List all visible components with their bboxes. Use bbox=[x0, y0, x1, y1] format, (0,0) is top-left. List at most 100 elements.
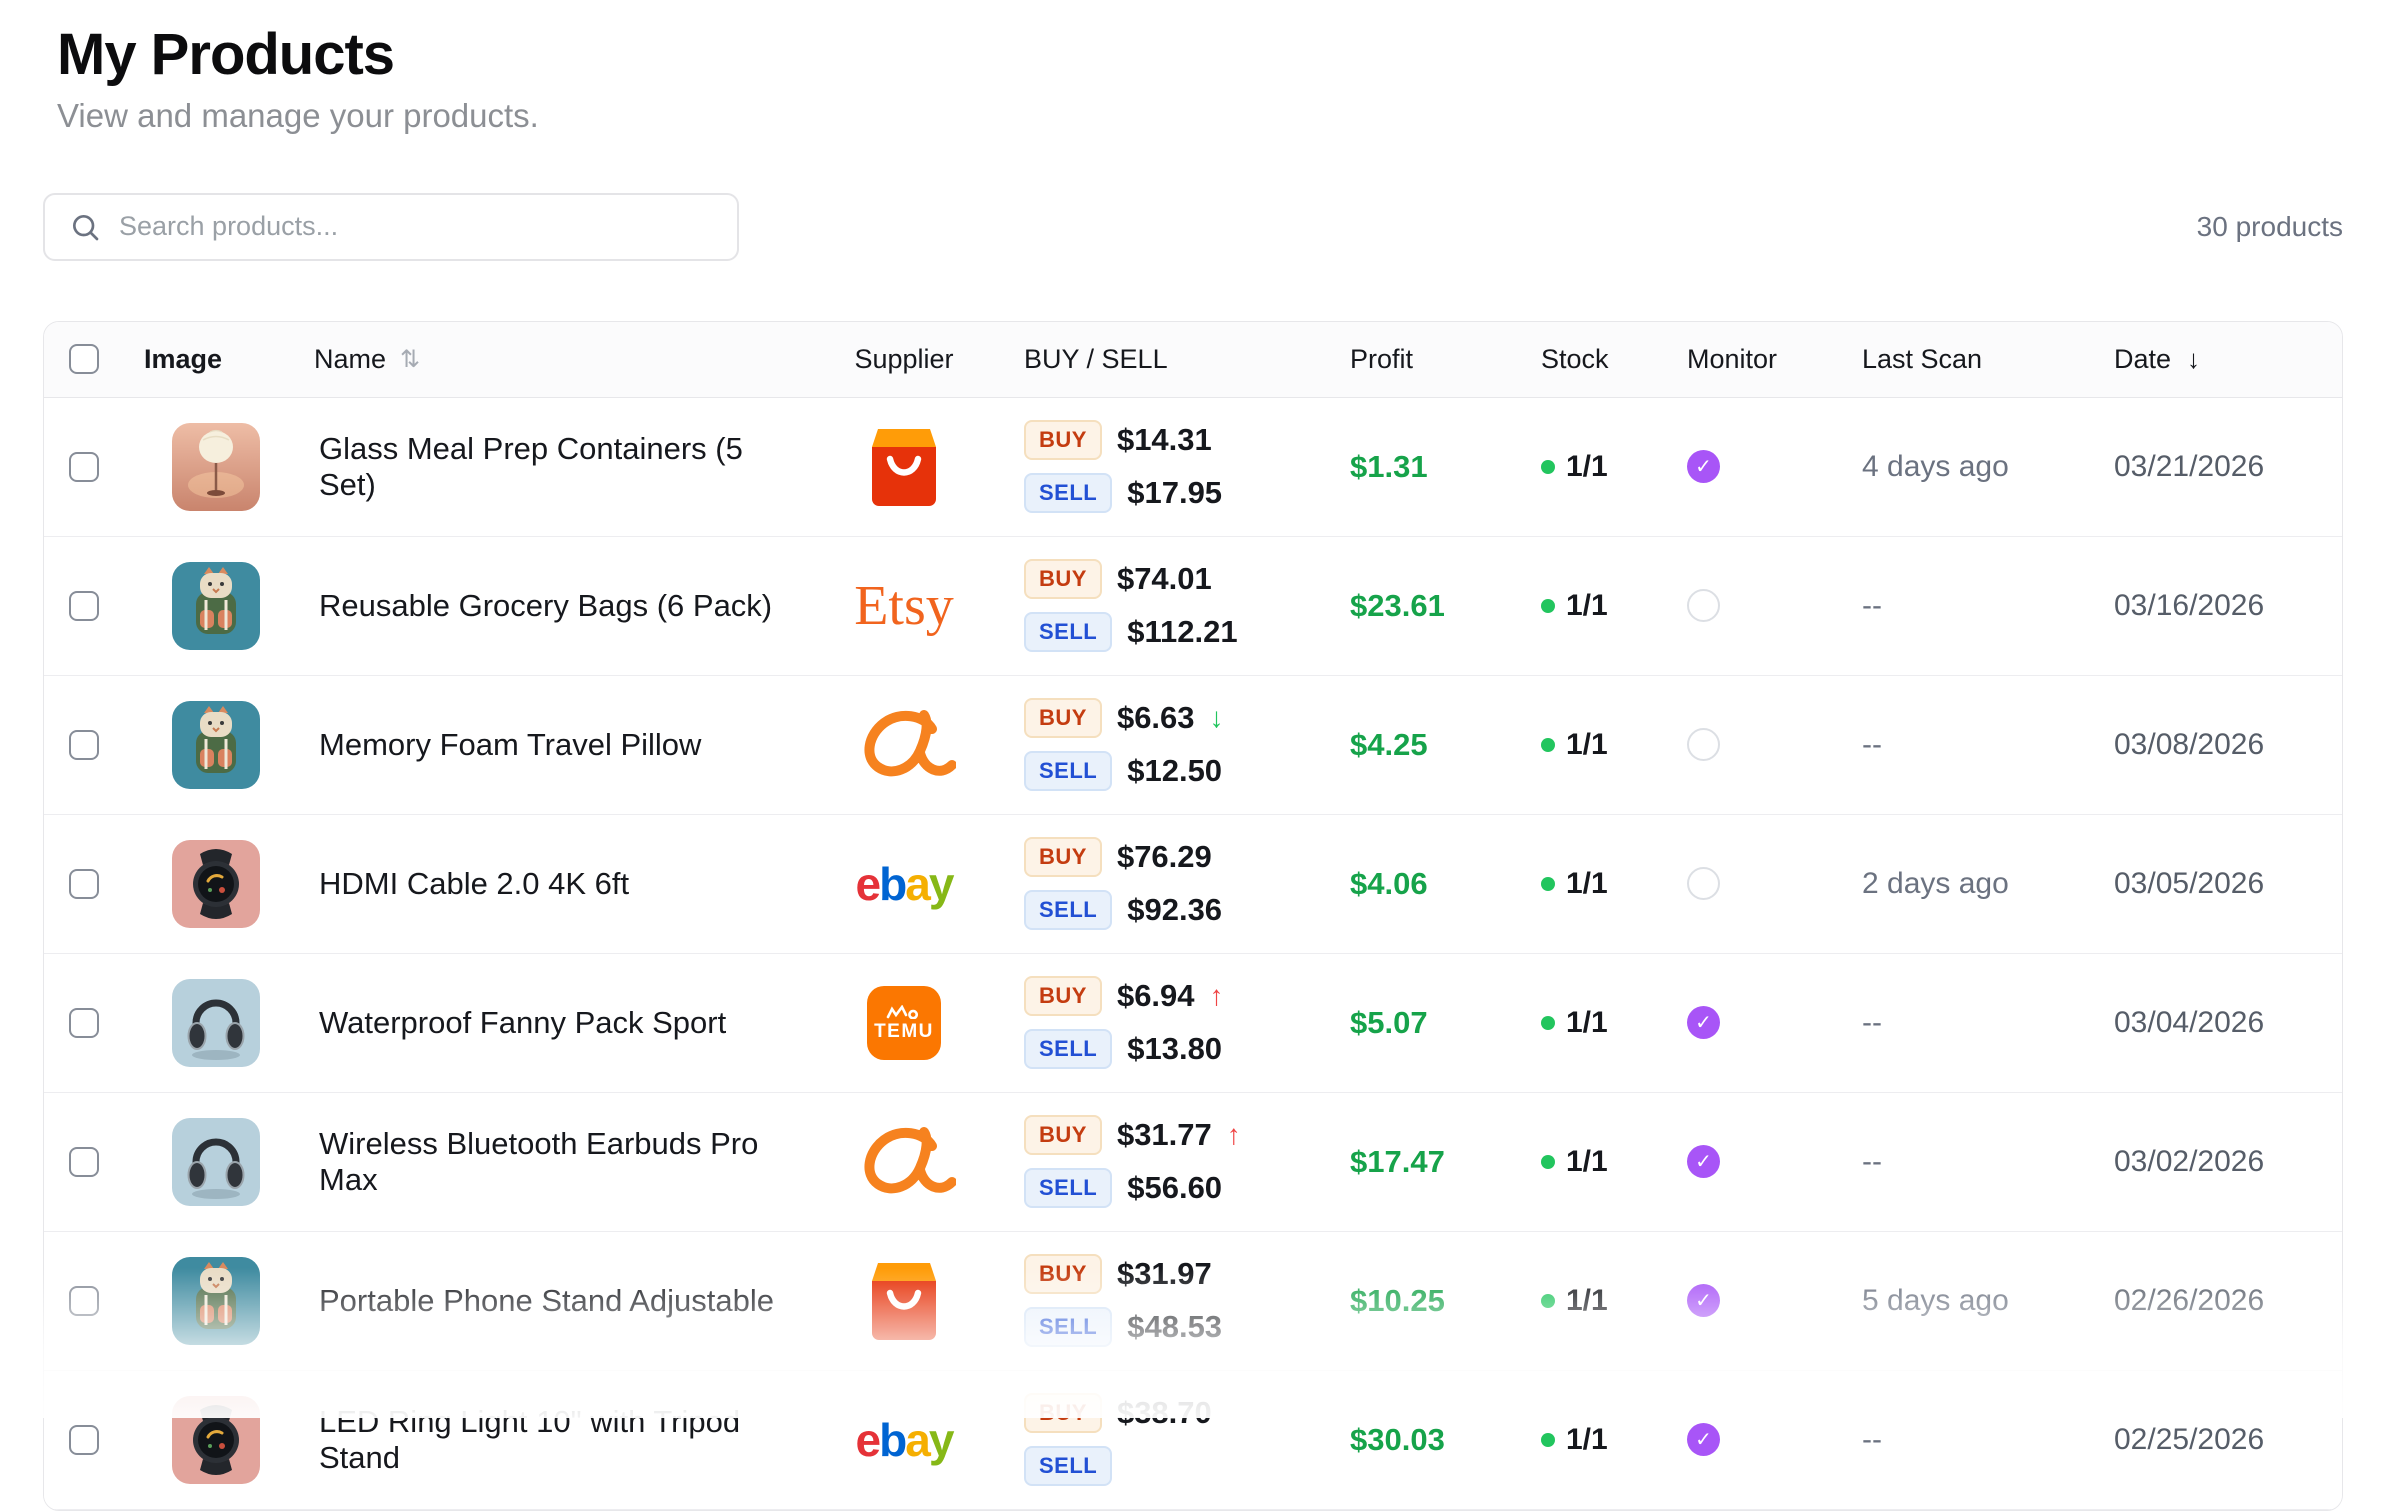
monitor-toggle[interactable]: ✓ bbox=[1687, 1423, 1720, 1456]
smartwatch-product-photo bbox=[172, 1396, 260, 1484]
buy-price: $31.97 bbox=[1117, 1256, 1212, 1292]
last-scan-value: 4 days ago bbox=[1844, 450, 2064, 484]
check-icon: ✓ bbox=[1695, 1430, 1712, 1450]
ebay-logo: ebay bbox=[856, 1417, 953, 1463]
buy-badge: BUY bbox=[1024, 559, 1102, 599]
table-row: Memory Foam Travel Pillow BUY $6.63 ↓ SE… bbox=[44, 676, 2342, 815]
product-image bbox=[172, 423, 260, 511]
supplier-logo-cell: ebay bbox=[784, 861, 1024, 907]
product-name: HDMI Cable 2.0 4K 6ft bbox=[319, 866, 629, 902]
select-all-checkbox[interactable] bbox=[69, 344, 99, 374]
table-row: LED Ring Light 10" with Tripod Stand eba… bbox=[44, 1371, 2342, 1510]
column-header-name[interactable]: Name⇅ bbox=[314, 344, 784, 375]
search-input[interactable] bbox=[117, 210, 713, 243]
buy-badge: BUY bbox=[1024, 1115, 1102, 1155]
column-header-date[interactable]: Date↓ bbox=[2064, 344, 2342, 375]
monitor-toggle[interactable] bbox=[1687, 867, 1720, 900]
sell-price: $13.80 bbox=[1127, 1031, 1222, 1067]
sell-price: $12.50 bbox=[1127, 753, 1222, 789]
row-checkbox[interactable] bbox=[69, 1147, 99, 1177]
monitor-toggle[interactable]: ✓ bbox=[1687, 450, 1720, 483]
row-checkbox[interactable] bbox=[69, 1425, 99, 1455]
buy-price: $6.94 bbox=[1117, 978, 1195, 1014]
profit-value: $10.25 bbox=[1334, 1283, 1524, 1319]
sell-badge: SELL bbox=[1024, 612, 1112, 652]
table-body: Glass Meal Prep Containers (5 Set) BUY $… bbox=[44, 398, 2342, 1510]
product-image bbox=[172, 1257, 260, 1345]
stock-value: 1/1 bbox=[1566, 450, 1608, 484]
sell-badge: SELL bbox=[1024, 1168, 1112, 1208]
last-scan-value: -- bbox=[1844, 1423, 2064, 1457]
stock-value: 1/1 bbox=[1566, 1145, 1608, 1179]
date-value: 03/02/2026 bbox=[2064, 1145, 2342, 1179]
table-row: Wireless Bluetooth Earbuds Pro Max BUY $… bbox=[44, 1093, 2342, 1232]
monitor-toggle[interactable] bbox=[1687, 728, 1720, 761]
buy-price: $14.31 bbox=[1117, 422, 1212, 458]
last-scan-value: -- bbox=[1844, 1145, 2064, 1179]
profit-value: $4.06 bbox=[1334, 866, 1524, 902]
search-box[interactable] bbox=[43, 193, 739, 261]
monitor-toggle[interactable] bbox=[1687, 589, 1720, 622]
toolbar: 30 products bbox=[43, 193, 2343, 261]
last-scan-value: -- bbox=[1844, 1006, 2064, 1040]
product-image bbox=[172, 979, 260, 1067]
column-header-image: Image bbox=[144, 344, 314, 375]
stock-status-dot bbox=[1541, 1433, 1555, 1447]
sell-badge: SELL bbox=[1024, 1307, 1112, 1347]
product-count: 30 products bbox=[2197, 211, 2343, 243]
stock-value: 1/1 bbox=[1566, 1423, 1608, 1457]
row-checkbox[interactable] bbox=[69, 591, 99, 621]
table-row: Portable Phone Stand Adjustable BUY $31.… bbox=[44, 1232, 2342, 1371]
buy-badge: BUY bbox=[1024, 420, 1102, 460]
stock-value: 1/1 bbox=[1566, 1006, 1608, 1040]
supplier-logo-cell: TEMU bbox=[784, 986, 1024, 1060]
sort-updown-icon: ⇅ bbox=[400, 345, 420, 374]
page-title: My Products bbox=[57, 23, 2343, 87]
product-image bbox=[172, 1118, 260, 1206]
search-icon bbox=[69, 211, 101, 243]
sell-price: $48.53 bbox=[1127, 1309, 1222, 1345]
alibaba-logo-icon bbox=[852, 709, 956, 781]
row-checkbox[interactable] bbox=[69, 730, 99, 760]
date-value: 03/05/2026 bbox=[2064, 867, 2342, 901]
buy-price: $6.63 bbox=[1117, 700, 1195, 736]
product-image bbox=[172, 840, 260, 928]
product-image bbox=[172, 562, 260, 650]
row-checkbox[interactable] bbox=[69, 869, 99, 899]
product-name: Glass Meal Prep Containers (5 Set) bbox=[319, 431, 784, 503]
backpack-product-photo bbox=[172, 701, 260, 789]
row-checkbox[interactable] bbox=[69, 452, 99, 482]
sell-price: $112.21 bbox=[1127, 614, 1237, 650]
last-scan-value: -- bbox=[1844, 589, 2064, 623]
monitor-toggle[interactable]: ✓ bbox=[1687, 1006, 1720, 1039]
row-checkbox[interactable] bbox=[69, 1286, 99, 1316]
monitor-toggle[interactable]: ✓ bbox=[1687, 1145, 1720, 1178]
profit-value: $17.47 bbox=[1334, 1144, 1524, 1180]
aliexpress-logo-icon bbox=[868, 427, 940, 507]
buy-price: $38.70 bbox=[1117, 1395, 1212, 1431]
product-image bbox=[172, 701, 260, 789]
row-checkbox[interactable] bbox=[69, 1008, 99, 1038]
page-subtitle: View and manage your products. bbox=[57, 97, 2343, 135]
monitor-toggle[interactable]: ✓ bbox=[1687, 1284, 1720, 1317]
stock-status-dot bbox=[1541, 1016, 1555, 1030]
profit-value: $30.03 bbox=[1334, 1422, 1524, 1458]
product-name: Reusable Grocery Bags (6 Pack) bbox=[319, 588, 772, 624]
column-header-stock: Stock bbox=[1524, 344, 1684, 375]
price-trend-arrow-icon: ↓ bbox=[1210, 702, 1224, 734]
price-trend-arrow-icon: ↑ bbox=[1210, 980, 1224, 1012]
last-scan-value: 2 days ago bbox=[1844, 867, 2064, 901]
profit-value: $5.07 bbox=[1334, 1005, 1524, 1041]
backpack-product-photo bbox=[172, 1257, 260, 1345]
temu-glyph-icon bbox=[884, 1005, 924, 1019]
buy-badge: BUY bbox=[1024, 1393, 1102, 1433]
date-value: 03/08/2026 bbox=[2064, 728, 2342, 762]
product-name: Waterproof Fanny Pack Sport bbox=[319, 1005, 726, 1041]
buy-badge: BUY bbox=[1024, 698, 1102, 738]
backpack-product-photo bbox=[172, 562, 260, 650]
etsy-logo: Etsy bbox=[854, 578, 954, 634]
date-value: 03/21/2026 bbox=[2064, 450, 2342, 484]
products-table: Image Name⇅ Supplier BUY / SELL Profit S… bbox=[43, 321, 2343, 1511]
buy-price: $31.77 bbox=[1117, 1117, 1212, 1153]
stock-status-dot bbox=[1541, 599, 1555, 613]
